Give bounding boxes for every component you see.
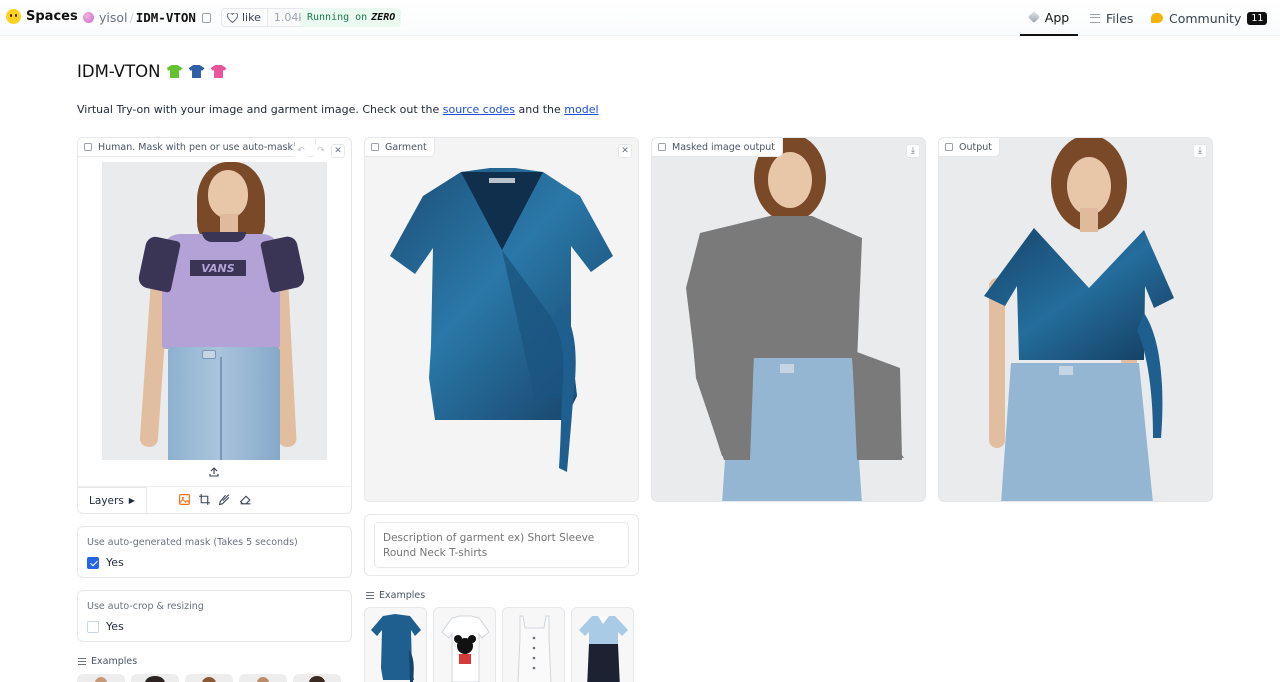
- human-panel-label: Human. Mask with pen or use auto-masking: [78, 138, 316, 157]
- human-panel-label-text: Human. Mask with pen or use auto-masking: [98, 141, 308, 153]
- garment-example-thumb[interactable]: [364, 607, 427, 682]
- tab-community[interactable]: Community 11: [1151, 0, 1268, 36]
- garment-panel-label-text: Garment: [385, 141, 427, 153]
- repo-name-link[interactable]: IDM-VTON: [136, 10, 196, 25]
- owner-link[interactable]: yisol: [99, 10, 128, 25]
- human-examples-label-text: Examples: [91, 656, 138, 667]
- image-icon: [945, 143, 953, 151]
- auto-mask-checkbox-row[interactable]: Yes: [87, 556, 124, 569]
- list-icon: [78, 658, 86, 665]
- crop-icon[interactable]: [198, 493, 211, 506]
- image-icon: [371, 143, 379, 151]
- page-title: IDM-VTON: [77, 62, 227, 81]
- cube-icon: [1027, 10, 1040, 24]
- tab-files-label: Files: [1106, 10, 1134, 26]
- editor-toolbar: Layers ▶: [78, 486, 351, 513]
- download-icon[interactable]: ⤓: [906, 144, 920, 158]
- eraser-icon[interactable]: [239, 493, 252, 506]
- like-button[interactable]: like 1.04k: [221, 8, 312, 27]
- blue-shirt-icon: [188, 65, 205, 78]
- heart-icon: [227, 12, 238, 23]
- hugging-face-logo-icon: [6, 9, 21, 24]
- pink-shirt-icon: [210, 65, 227, 78]
- runtime-hardware: ZERO: [371, 12, 396, 23]
- auto-crop-value: Yes: [106, 620, 124, 633]
- masked-image-output: Masked image output ⤓: [651, 137, 926, 502]
- try-on-output: Output ⤓: [938, 137, 1213, 502]
- auto-crop-checkbox[interactable]: [87, 620, 99, 633]
- tab-app[interactable]: App: [1020, 0, 1078, 36]
- garment-examples-label: Examples: [366, 590, 425, 601]
- garment-example-thumb[interactable]: [571, 607, 634, 682]
- human-examples-label: Examples: [78, 656, 137, 667]
- image-icon: [84, 143, 92, 151]
- human-example-thumb[interactable]: [77, 674, 125, 682]
- close-icon[interactable]: ✕: [331, 144, 345, 158]
- image-icon: [658, 143, 666, 151]
- tab-app-label: App: [1044, 9, 1070, 25]
- output-panel-label: Output: [939, 138, 1000, 157]
- brand-label: Spaces: [26, 9, 78, 24]
- source-codes-link[interactable]: source codes: [443, 103, 515, 116]
- subtitle-prefix: Virtual Try-on with your image and garme…: [77, 103, 440, 116]
- masked-image: [686, 138, 904, 501]
- layers-label: Layers: [89, 494, 124, 507]
- auto-mask-label: Use auto-generated mask (Takes 5 seconds…: [87, 537, 298, 548]
- page-subtitle: Virtual Try-on with your image and garme…: [77, 103, 599, 116]
- garment-description-input[interactable]: [374, 522, 629, 568]
- auto-mask-value: Yes: [106, 556, 124, 569]
- breadcrumb: yisol / IDM-VTON: [83, 10, 211, 25]
- copy-icon[interactable]: [201, 12, 211, 23]
- human-example-thumb[interactable]: [185, 674, 233, 682]
- tab-files[interactable]: Files: [1090, 0, 1133, 36]
- close-icon[interactable]: ✕: [618, 144, 632, 158]
- redo-icon[interactable]: ↷: [314, 144, 328, 158]
- output-panel-label-text: Output: [959, 141, 992, 153]
- tab-community-label: Community: [1169, 10, 1242, 26]
- masked-panel-label-text: Masked image output: [672, 141, 775, 153]
- model-link[interactable]: model: [564, 103, 598, 116]
- auto-crop-option: Use auto-crop & resizing Yes: [77, 590, 352, 642]
- human-example-thumb[interactable]: [239, 674, 287, 682]
- auto-mask-checkbox[interactable]: [87, 556, 99, 569]
- layers-button[interactable]: Layers ▶: [78, 487, 147, 513]
- human-example-thumb[interactable]: [131, 674, 179, 682]
- download-icon[interactable]: ⤓: [1193, 144, 1207, 158]
- garment-example-thumb[interactable]: [502, 607, 565, 682]
- human-image-editor[interactable]: Human. Mask with pen or use auto-masking…: [77, 137, 352, 514]
- green-shirt-icon: [166, 65, 183, 78]
- community-count-badge: 11: [1247, 11, 1268, 25]
- brush-icon[interactable]: [218, 493, 231, 506]
- garment-photo[interactable]: [365, 138, 638, 501]
- runtime-prefix: Running on: [307, 12, 368, 23]
- page-title-text: IDM-VTON: [77, 62, 161, 81]
- garment-image-input[interactable]: Garment ✕: [364, 137, 639, 502]
- owner-avatar: [83, 12, 94, 23]
- chevron-right-icon: ▶: [128, 496, 135, 505]
- runtime-status-badge[interactable]: Running on ZERO: [301, 8, 402, 27]
- community-icon: [1151, 13, 1163, 23]
- garment-examples-label-text: Examples: [379, 590, 426, 601]
- auto-crop-checkbox-row[interactable]: Yes: [87, 620, 124, 633]
- breadcrumb-separator: /: [129, 10, 134, 25]
- image-tool-icon[interactable]: [178, 493, 191, 506]
- output-image: [984, 138, 1174, 501]
- upload-icon[interactable]: [208, 466, 220, 478]
- auto-mask-option: Use auto-generated mask (Takes 5 seconds…: [77, 526, 352, 578]
- auto-crop-label: Use auto-crop & resizing: [87, 601, 204, 612]
- top-navigation-bar: Spaces yisol / IDM-VTON like 1.04k Runni…: [0, 0, 1280, 36]
- garment-description-card: [364, 514, 639, 576]
- masked-panel-label: Masked image output: [652, 138, 783, 157]
- files-icon: [1090, 13, 1100, 23]
- garment-panel-label: Garment: [365, 138, 435, 157]
- subtitle-and: and the: [518, 103, 561, 116]
- garment-example-thumb[interactable]: [433, 607, 496, 682]
- spaces-brand-link[interactable]: Spaces: [6, 9, 78, 24]
- undo-icon[interactable]: ↶: [294, 144, 308, 158]
- human-photo[interactable]: VANS: [102, 162, 327, 460]
- like-label: like: [242, 11, 261, 24]
- human-example-thumb[interactable]: [293, 674, 341, 682]
- list-icon: [366, 592, 374, 599]
